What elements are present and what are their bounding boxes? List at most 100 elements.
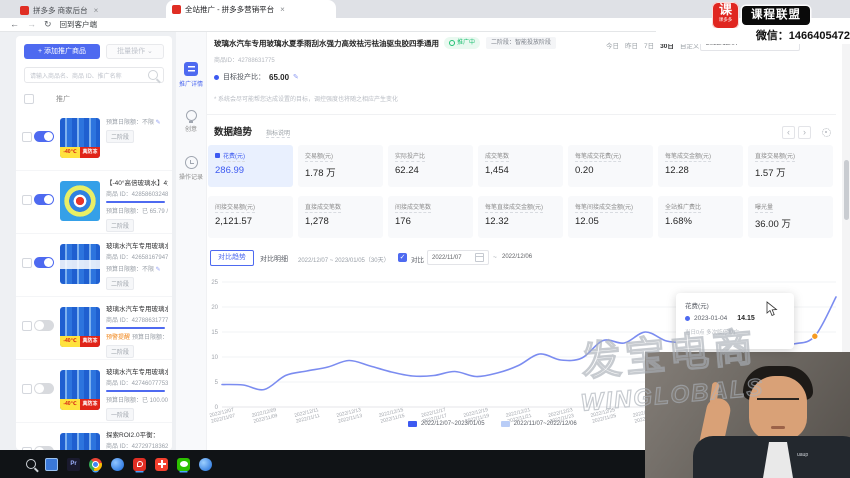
app-red-icon[interactable]	[155, 458, 168, 471]
stage-badge: 二阶段	[106, 130, 134, 143]
rail-item-detail[interactable]: 推广详情	[176, 62, 206, 88]
course-logo: 课 课多多	[712, 2, 739, 29]
metric-card[interactable]: 实际投产比62.24	[388, 145, 473, 187]
y-axis-tick: 5	[215, 380, 219, 386]
add-promo-product-button[interactable]: + 添加推广商品	[24, 44, 100, 59]
budget-text: 预算日限额：不限	[106, 267, 154, 273]
metric-label-text: 每笔成交花费(元)	[575, 154, 621, 162]
batch-actions-button[interactable]: 批量操作 ⌄	[106, 44, 164, 59]
reload-icon[interactable]: ↻	[44, 20, 52, 29]
product-row: 【-40°高倍玻璃水】4大强效商品 ID：428586032481预算日限额：已…	[16, 171, 172, 234]
rail-item-creative[interactable]: 创意	[176, 110, 206, 133]
row-checkbox[interactable]	[22, 195, 32, 205]
stage-badge: 二阶段	[106, 345, 134, 358]
metric-card[interactable]: 成交笔数1,454	[478, 145, 563, 187]
legend-item-compare[interactable]: 2022/11/07~2022/12/06	[501, 421, 577, 427]
product-id: 商品 ID：428586032481	[106, 189, 168, 198]
metric-value: 12.05	[575, 216, 646, 227]
browser-tab-1[interactable]: 拼多多 商家后台 ×	[14, 2, 174, 18]
tab-compare-detail[interactable]: 对比明细	[260, 254, 288, 264]
address-text[interactable]: 回到客户端	[60, 19, 98, 30]
back-icon[interactable]: ←	[10, 20, 19, 29]
row-checkbox[interactable]	[22, 132, 32, 142]
metrics-prev-button[interactable]: ‹	[782, 126, 795, 139]
promo-toggle[interactable]	[34, 131, 54, 142]
gear-icon[interactable]	[822, 128, 831, 137]
premiere-icon[interactable]: Pr	[67, 458, 80, 471]
edge-icon[interactable]	[199, 458, 212, 471]
row-checkbox[interactable]	[22, 321, 32, 331]
metric-card[interactable]: 每笔成交金额(元)12.28	[658, 145, 743, 187]
pinduoduo-icon[interactable]	[133, 458, 146, 471]
goal-label: 目标投产比：	[223, 72, 265, 82]
metrics-next-button[interactable]: ›	[798, 126, 811, 139]
metric-card[interactable]: 每笔成交花费(元)0.20	[568, 145, 653, 187]
metric-card[interactable]: 交易额(元)1.78 万	[298, 145, 383, 187]
wechat-icon[interactable]	[177, 458, 190, 471]
x-axis-tick: 2022/12/092022/11/09	[251, 407, 278, 425]
promo-toggle[interactable]	[34, 257, 54, 268]
promo-toggle[interactable]	[34, 320, 54, 331]
metric-card[interactable]: 每笔直接成交金额(元)12.32	[478, 196, 563, 238]
compare-from-value: 2022/11/07	[432, 255, 462, 261]
tab-close-icon[interactable]: ×	[280, 5, 285, 14]
goal-roi-row: 目标投产比： 65.00 ✎	[214, 72, 299, 82]
date-filter-option[interactable]: 昨日	[625, 40, 638, 50]
rail-label: 操作记录	[176, 172, 206, 181]
edit-icon[interactable]: ✎	[293, 73, 299, 81]
chrome-icon[interactable]	[89, 458, 102, 471]
rail-item-history[interactable]: 操作记录	[176, 156, 206, 181]
row-checkbox[interactable]	[22, 258, 32, 268]
scrollbar-thumb[interactable]	[844, 160, 849, 220]
browser-tab-2[interactable]: 全站推广 - 拼多多营销平台 ×	[166, 0, 336, 18]
date-filter-option[interactable]: 7日	[644, 40, 654, 50]
forward-icon[interactable]: →	[27, 20, 36, 29]
wechat-contact: 微信：1466405472	[656, 28, 850, 44]
product-search-input[interactable]: 请输入商品名、商品 ID、推广名称	[24, 67, 164, 83]
side-rail	[176, 32, 207, 450]
compare-label: 对比	[411, 254, 424, 264]
tab-compare-trend[interactable]: 对比趋势	[210, 250, 254, 266]
stage-badge: 二阶段	[106, 219, 134, 232]
metric-value: 1.78 万	[305, 165, 376, 179]
budget-line: 预算日限额：不限 ✎	[106, 264, 168, 273]
tooltip-date: 2023-01-04	[694, 315, 727, 322]
tab-title: 全站推广 - 拼多多营销平台	[185, 4, 274, 15]
budget-line: 预算日限额：已 65.79 / 不限 ✎	[106, 206, 168, 215]
compare-from-input[interactable]: 2022/11/07	[427, 250, 489, 265]
metric-label-text: 每笔直接成交金额(元)	[485, 205, 543, 213]
product-image	[60, 181, 100, 221]
legend-label: 2022/11/07~2022/12/06	[514, 421, 577, 427]
legend-item-current[interactable]: 2022/12/07~2023/01/05	[408, 421, 485, 427]
search-icon[interactable]	[26, 459, 36, 469]
promo-toggle[interactable]	[34, 383, 54, 394]
search-icon[interactable]	[148, 70, 158, 80]
metric-help-link[interactable]: 指标说明	[266, 128, 290, 138]
metric-label-text: 花费(元)	[223, 154, 245, 162]
app-blue-icon[interactable]	[111, 458, 124, 471]
metric-card[interactable]: 花费(元)286.99	[208, 145, 293, 187]
metric-card[interactable]: 间接交易额(元)2,121.57	[208, 196, 293, 238]
promo-toggle[interactable]	[34, 194, 54, 205]
row-checkbox[interactable]	[22, 384, 32, 394]
metric-card[interactable]: 每笔间接成交金额(元)12.05	[568, 196, 653, 238]
metric-card[interactable]: 间接成交笔数176	[388, 196, 473, 238]
compare-checkbox[interactable]: ✓	[398, 253, 407, 262]
metrics-row-1: 花费(元)286.99交易额(元)1.78 万实际投产比62.24成交笔数1,4…	[208, 145, 833, 187]
metric-card[interactable]: 直接成交笔数1,278	[298, 196, 383, 238]
metric-card[interactable]: 曝光量36.00 万	[748, 196, 833, 238]
metric-card[interactable]: 全站推广费比1.68%	[658, 196, 743, 238]
product-image	[60, 244, 100, 284]
product-info: 探索ROI2.0平衡：商品 ID：427297183622预算日限额：不限 ✎一…	[106, 429, 168, 450]
tab-close-icon[interactable]: ×	[94, 6, 99, 15]
product-image: -40℃真防冻	[60, 370, 100, 410]
budget-text: 预算日限额：不限	[106, 120, 154, 126]
task-view-icon[interactable]	[45, 458, 58, 471]
metric-label-text: 直接交易额(元)	[755, 154, 795, 162]
edit-icon[interactable]: ✎	[154, 120, 161, 126]
edit-icon[interactable]: ✎	[154, 267, 161, 273]
thumb-label-left: -40℃	[60, 399, 80, 410]
date-filter-option[interactable]: 今日	[606, 40, 619, 50]
select-all-checkbox[interactable]	[24, 94, 34, 104]
metric-card[interactable]: 直接交易额(元)1.57 万	[748, 145, 833, 187]
